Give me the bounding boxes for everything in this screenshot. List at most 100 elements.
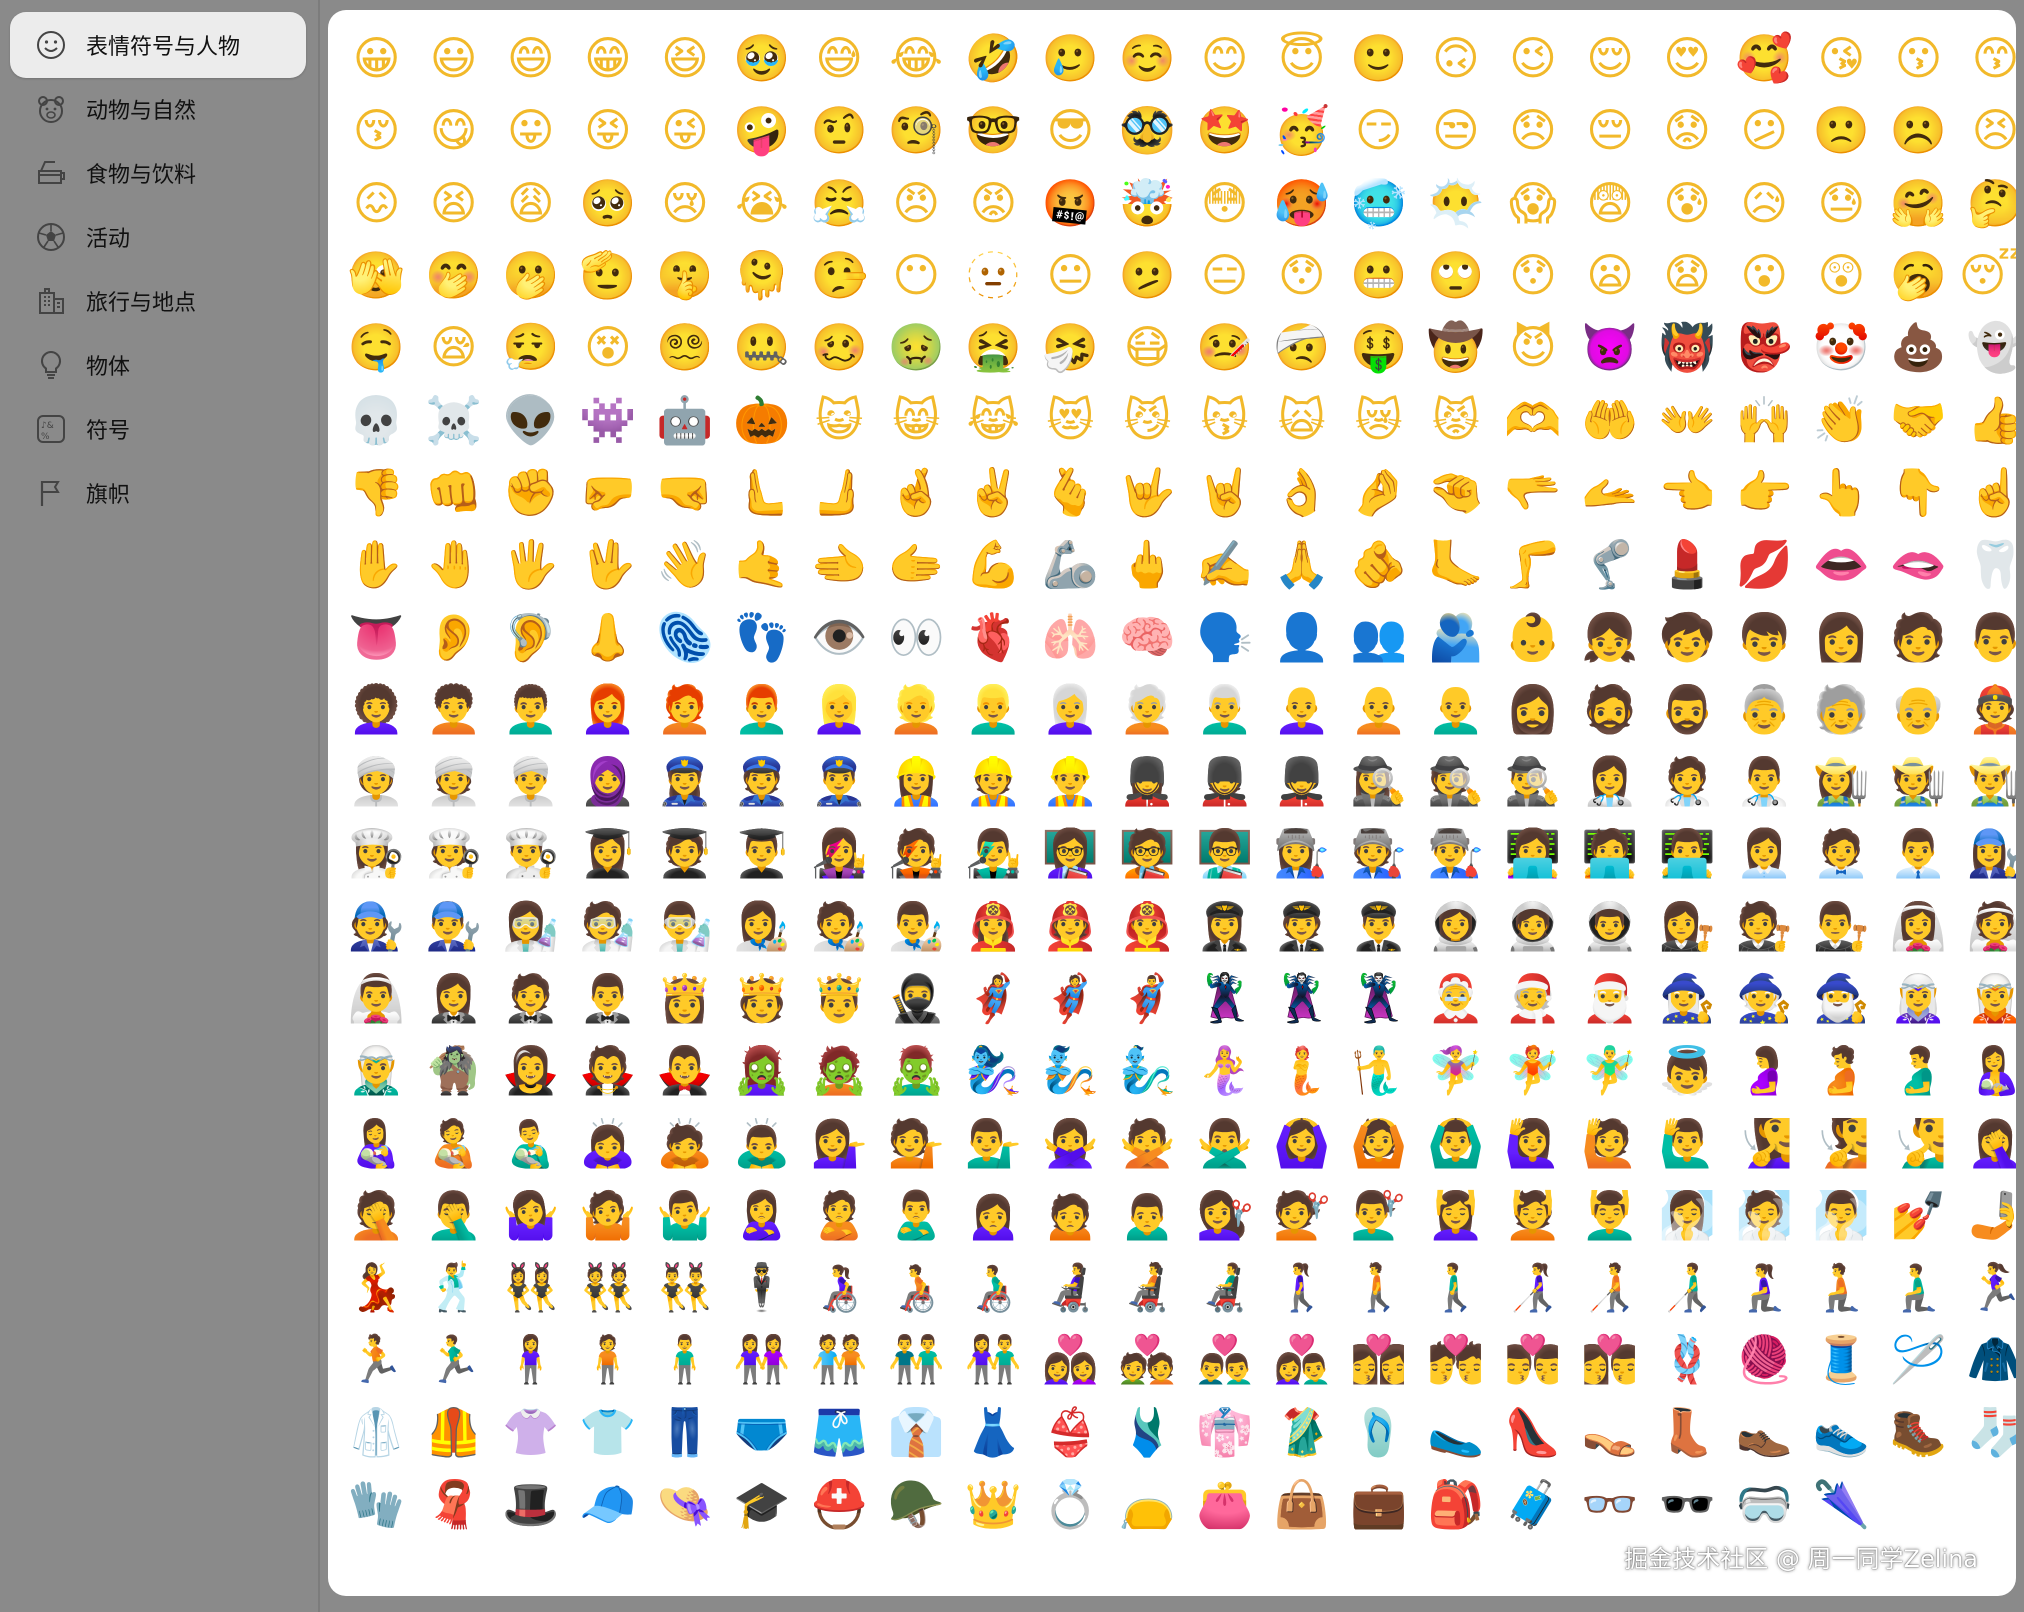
emoji-cell[interactable]: 👮‍♂️ [801, 745, 878, 817]
emoji-cell[interactable]: 🎅 [1572, 962, 1649, 1034]
emoji-cell[interactable]: 🧑‍🚒 [1032, 890, 1109, 962]
emoji-cell[interactable]: 🧛‍♂️ [646, 1034, 723, 1106]
emoji-cell[interactable]: 🤑 [1340, 311, 1417, 383]
emoji-cell[interactable]: 😧 [1649, 239, 1726, 311]
emoji-cell[interactable]: 🖐️ [492, 528, 569, 600]
emoji-cell[interactable]: 😥 [1726, 167, 1803, 239]
emoji-cell[interactable]: 😭 [723, 167, 800, 239]
emoji-cell[interactable]: 🙋‍♀️ [1494, 1106, 1571, 1178]
emoji-cell[interactable]: 🙇 [646, 1106, 723, 1178]
emoji-cell[interactable]: 🫠 [723, 239, 800, 311]
emoji-cell[interactable]: 👨‍🔬 [646, 890, 723, 962]
emoji-cell[interactable]: 👝 [1109, 1468, 1186, 1540]
emoji-cell[interactable]: 👙 [1032, 1396, 1109, 1468]
emoji-cell[interactable]: 🙁 [1803, 94, 1880, 166]
emoji-cell[interactable]: 🧓 [1803, 673, 1880, 745]
emoji-cell[interactable]: 👨‍🦯 [1649, 1251, 1726, 1323]
emoji-cell[interactable]: 🤩 [1186, 94, 1263, 166]
emoji-cell[interactable]: 🏃‍♀️ [1957, 1251, 2016, 1323]
emoji-cell[interactable]: 👱 [878, 673, 955, 745]
emoji-cell[interactable]: 👔 [878, 1396, 955, 1468]
emoji-cell[interactable]: 👩‍🔬 [492, 890, 569, 962]
emoji-cell[interactable]: 🧝‍♂️ [338, 1034, 415, 1106]
emoji-cell[interactable]: 🫂 [1417, 600, 1494, 672]
emoji-cell[interactable]: 🫀 [955, 600, 1032, 672]
emoji-cell[interactable]: 🦹 [1263, 962, 1340, 1034]
emoji-cell[interactable]: 👐 [1649, 383, 1726, 455]
emoji-cell[interactable]: 🤒 [1186, 311, 1263, 383]
emoji-cell[interactable]: ✊ [492, 456, 569, 528]
emoji-cell[interactable]: 🙆‍♂️ [1417, 1106, 1494, 1178]
emoji-cell[interactable]: 😳 [1186, 167, 1263, 239]
emoji-cell[interactable]: 🫰 [1032, 456, 1109, 528]
emoji-cell[interactable]: 🤖 [646, 383, 723, 455]
emoji-cell[interactable]: 🙍‍♂️ [1109, 1179, 1186, 1251]
emoji-cell[interactable]: 👨‍🏭 [1417, 817, 1494, 889]
emoji-cell[interactable]: 😆 [646, 22, 723, 94]
emoji-cell[interactable]: 🕴️ [723, 1251, 800, 1323]
emoji-cell[interactable]: 🧦 [1957, 1396, 2016, 1468]
emoji-cell[interactable]: 🥱 [1880, 239, 1957, 311]
emoji-cell[interactable]: 🚶‍♀️ [1263, 1251, 1340, 1323]
emoji-cell[interactable]: 👖 [646, 1396, 723, 1468]
emoji-cell[interactable]: 🤳 [1957, 1179, 2016, 1251]
emoji-cell[interactable]: 😛 [492, 94, 569, 166]
emoji-cell[interactable]: 👩‍🦲 [1263, 673, 1340, 745]
emoji-cell[interactable]: 🦿 [1572, 528, 1649, 600]
emoji-cell[interactable]: 🙅‍♂️ [1186, 1106, 1263, 1178]
emoji-cell[interactable]: 👴 [1880, 673, 1957, 745]
emoji-cell[interactable]: 🙍 [1032, 1179, 1109, 1251]
emoji-cell[interactable]: 👨 [1957, 600, 2016, 672]
emoji-cell[interactable]: 😊 [1186, 22, 1263, 94]
emoji-cell[interactable]: 👫 [955, 1323, 1032, 1395]
emoji-cell[interactable]: 🤯 [1109, 167, 1186, 239]
emoji-cell[interactable]: 😩 [492, 167, 569, 239]
emoji-cell[interactable]: 🫳 [1494, 456, 1571, 528]
emoji-cell[interactable]: 😪 [415, 311, 492, 383]
emoji-cell[interactable]: 🎒 [1417, 1468, 1494, 1540]
emoji-cell[interactable]: 💇 [1263, 1179, 1340, 1251]
emoji-cell[interactable]: 🧑‍🌾 [1880, 745, 1957, 817]
emoji-cell[interactable]: 👯‍♂️ [646, 1251, 723, 1323]
emoji-cell[interactable]: 🥸 [1109, 94, 1186, 166]
emoji-cell[interactable]: 🧑‍🎨 [801, 890, 878, 962]
emoji-cell[interactable]: 🧑‍🦱 [415, 673, 492, 745]
emoji-cell[interactable]: 🤢 [878, 311, 955, 383]
emoji-cell[interactable]: 😋 [415, 94, 492, 166]
emoji-cell[interactable]: 👨‍🏫 [1186, 817, 1263, 889]
emoji-cell[interactable]: 🤨 [801, 94, 878, 166]
emoji-cell[interactable]: 🧔‍♀️ [1494, 673, 1571, 745]
emoji-cell[interactable]: 🙌 [1726, 383, 1803, 455]
emoji-cell[interactable]: 🧑‍🦳 [1109, 673, 1186, 745]
emoji-cell[interactable]: 🧎‍♀️ [1726, 1251, 1803, 1323]
emoji-cell[interactable]: 👲 [1957, 673, 2016, 745]
emoji-cell[interactable]: 👩‍🚀 [1417, 890, 1494, 962]
emoji-cell[interactable]: 🧎‍♂️ [1880, 1251, 1957, 1323]
emoji-cell[interactable]: 🤷‍♂️ [646, 1179, 723, 1251]
emoji-cell[interactable]: 💩 [1880, 311, 1957, 383]
emoji-cell[interactable]: 👧 [1572, 600, 1649, 672]
emoji-cell[interactable]: 🫣 [338, 239, 415, 311]
emoji-cell[interactable]: 👩‍❤️‍💋‍👨 [1572, 1323, 1649, 1395]
emoji-cell[interactable]: 👄 [1803, 528, 1880, 600]
emoji-cell[interactable]: 🧑‍🦲 [1340, 673, 1417, 745]
emoji-cell[interactable]: 🤓 [955, 94, 1032, 166]
emoji-cell[interactable]: 👇 [1880, 456, 1957, 528]
emoji-cell[interactable]: 🧚 [1494, 1034, 1571, 1106]
emoji-cell[interactable]: 🙇‍♀️ [569, 1106, 646, 1178]
emoji-cell[interactable]: 👨‍🎓 [723, 817, 800, 889]
emoji-cell[interactable]: 🙋‍♂️ [1649, 1106, 1726, 1178]
emoji-cell[interactable]: 👷 [955, 745, 1032, 817]
emoji-cell[interactable]: 🙇‍♂️ [723, 1106, 800, 1178]
emoji-cell[interactable]: 🧔 [1572, 673, 1649, 745]
emoji-cell[interactable]: 🧖 [1726, 1179, 1803, 1251]
emoji-cell[interactable]: 😍 [1649, 22, 1726, 94]
emoji-cell[interactable]: 👰‍♂️ [338, 962, 415, 1034]
category-building[interactable]: 旅行与地点 [10, 268, 306, 334]
emoji-cell[interactable]: 🧳 [1494, 1468, 1571, 1540]
emoji-cell[interactable]: 💇‍♀️ [1186, 1179, 1263, 1251]
emoji-cell[interactable]: 👩‍🚒 [955, 890, 1032, 962]
emoji-cell[interactable]: 😵‍💫 [646, 311, 723, 383]
emoji-cell[interactable]: 👾 [569, 383, 646, 455]
emoji-cell[interactable]: ☹️ [1880, 94, 1957, 166]
